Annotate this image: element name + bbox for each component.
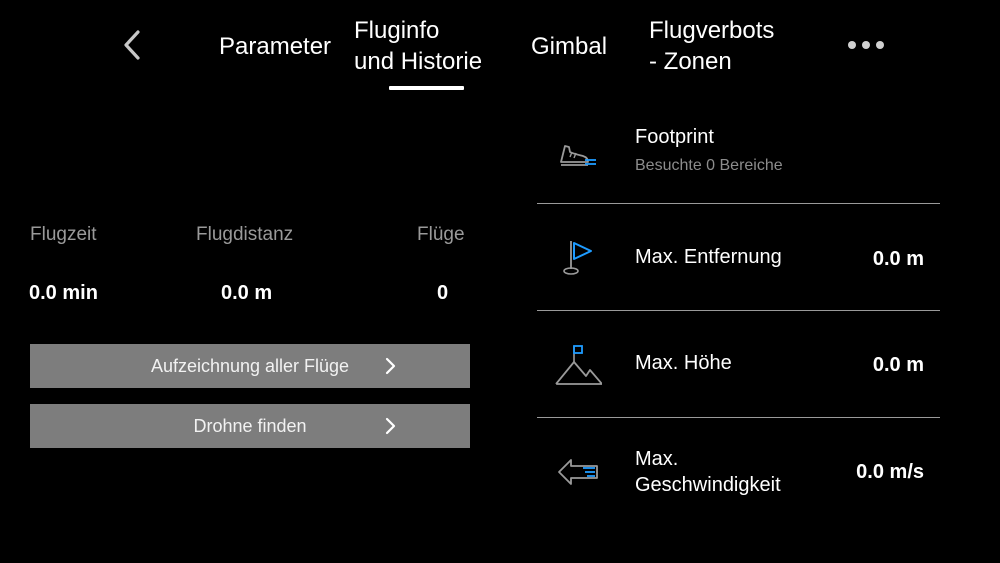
- title-line2: Geschwindigkeit: [635, 474, 781, 496]
- footprint-row[interactable]: [555, 130, 603, 183]
- stat-value-flugzeit: 0.0 min: [29, 282, 98, 304]
- stat-label-flugdistanz: Flugdistanz: [196, 224, 294, 245]
- mountain-icon: [555, 345, 603, 385]
- max-height-value: 0.0 m: [872, 354, 924, 376]
- divider: [537, 203, 940, 204]
- divider: [537, 417, 940, 418]
- shoe-icon: [560, 145, 596, 166]
- tab-fluginfo-historie[interactable]: Fluginfo und Historie: [354, 15, 482, 77]
- max-height-title: Max. Höhe: [635, 352, 732, 374]
- tab-gimbal[interactable]: Gimbal: [531, 31, 607, 62]
- more-options-button[interactable]: [848, 38, 884, 52]
- stat-value-flugdistanz: 0.0 m: [221, 282, 273, 304]
- title-line1: Max.: [635, 448, 679, 470]
- tab-parameter[interactable]: Parameter: [219, 31, 331, 62]
- max-distance-value: 0.0 m: [872, 248, 924, 270]
- speed-arrow-icon: [558, 459, 598, 485]
- stat-value-fluege: 0: [437, 282, 449, 304]
- stat-label-fluege: Flüge: [417, 224, 465, 245]
- more-dots-icon: [876, 41, 884, 49]
- chevron-left-icon: [124, 30, 140, 60]
- more-dots-icon: [848, 41, 856, 49]
- tab-label-line2: - Zonen: [649, 48, 732, 75]
- tab-label-line1: Fluginfo: [354, 17, 440, 44]
- footprint-subtitle: Besuchte 0 Bereiche: [635, 157, 783, 174]
- chevron-right-icon: [385, 357, 396, 375]
- footprint-title: Footprint: [635, 126, 714, 148]
- flag-icon: [563, 241, 592, 275]
- active-tab-indicator: [389, 86, 464, 90]
- all-flights-record-button[interactable]: Aufzeichnung aller Flüge: [30, 344, 470, 388]
- max-speed-value: 0.0 m/s: [856, 461, 924, 483]
- back-button[interactable]: [118, 28, 148, 62]
- tab-flugverbotszonen[interactable]: Flugverbots - Zonen: [649, 15, 774, 77]
- tab-label-line2: und Historie: [354, 48, 483, 75]
- button-label: Aufzeichnung aller Flüge: [150, 356, 350, 376]
- find-drone-button[interactable]: Drohne finden: [30, 404, 470, 448]
- tab-label-line1: Flugverbots: [649, 17, 775, 44]
- stat-label-flugzeit: Flugzeit: [30, 224, 97, 245]
- button-label: Drohne finden: [193, 416, 307, 436]
- max-distance-row: [553, 235, 601, 288]
- more-dots-icon: [862, 41, 870, 49]
- max-height-row: [554, 342, 603, 395]
- chevron-right-icon: [385, 417, 396, 435]
- divider: [537, 310, 940, 311]
- max-distance-title: Max. Entfernung: [635, 246, 782, 268]
- max-speed-row: [555, 450, 603, 503]
- max-speed-title: Max. Geschwindigkeit: [635, 446, 781, 498]
